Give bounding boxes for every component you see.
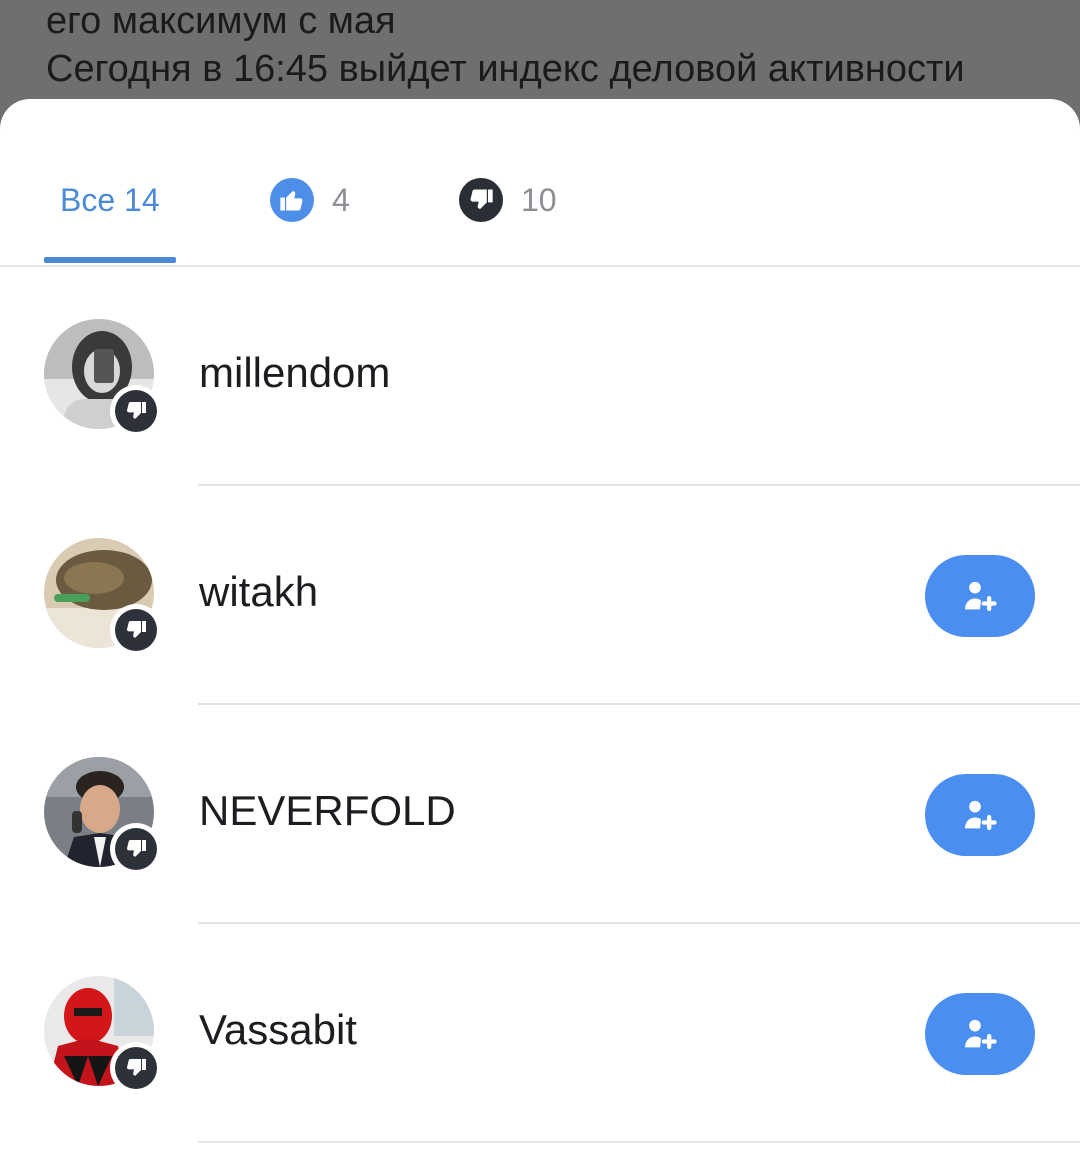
reactions-list: millendom witakh NEVERFOLD Vassabit <box>0 267 1080 1143</box>
username[interactable]: Vassabit <box>199 1006 357 1054</box>
list-item[interactable]: witakh <box>0 486 1080 705</box>
reaction-badge <box>110 823 162 875</box>
list-item[interactable]: Vassabit <box>0 924 1080 1143</box>
thumbs-down-icon <box>459 178 503 222</box>
divider <box>198 1141 1080 1143</box>
add-friend-button[interactable] <box>925 993 1035 1075</box>
tab-all[interactable]: Все 14 <box>60 165 160 235</box>
reaction-badge <box>110 1042 162 1094</box>
list-item[interactable]: millendom <box>0 267 1080 486</box>
thumbs-down-icon <box>115 390 157 432</box>
reaction-badge <box>110 385 162 437</box>
add-friend-icon <box>965 800 997 830</box>
thumbs-up-icon <box>270 178 314 222</box>
username[interactable]: millendom <box>199 349 390 397</box>
tab-likes-count: 4 <box>332 181 350 218</box>
tab-all-label: Все 14 <box>60 181 160 218</box>
active-tab-indicator <box>44 257 176 263</box>
add-friend-button[interactable] <box>925 774 1035 856</box>
tab-likes[interactable]: 4 <box>270 165 350 235</box>
thumbs-down-icon <box>115 609 157 651</box>
post-text-line: его максимум с мая <box>46 0 396 42</box>
post-text-line: Сегодня в 16:45 выйдет индекс деловой ак… <box>46 48 965 90</box>
username[interactable]: witakh <box>199 568 318 616</box>
thumbs-down-icon <box>115 1047 157 1089</box>
add-friend-button[interactable] <box>925 555 1035 637</box>
list-item[interactable]: NEVERFOLD <box>0 705 1080 924</box>
tab-dislikes-count: 10 <box>521 181 557 218</box>
tab-dislikes[interactable]: 10 <box>459 165 557 235</box>
thumbs-down-icon <box>115 828 157 870</box>
reaction-badge <box>110 604 162 656</box>
add-friend-icon <box>965 581 997 611</box>
reaction-tabs: Все 14 4 10 <box>0 99 1080 267</box>
add-friend-icon <box>965 1019 997 1049</box>
username[interactable]: NEVERFOLD <box>199 787 456 835</box>
reactions-sheet: Все 14 4 10 millendom witakh NEVERFOLD V… <box>0 99 1080 1170</box>
